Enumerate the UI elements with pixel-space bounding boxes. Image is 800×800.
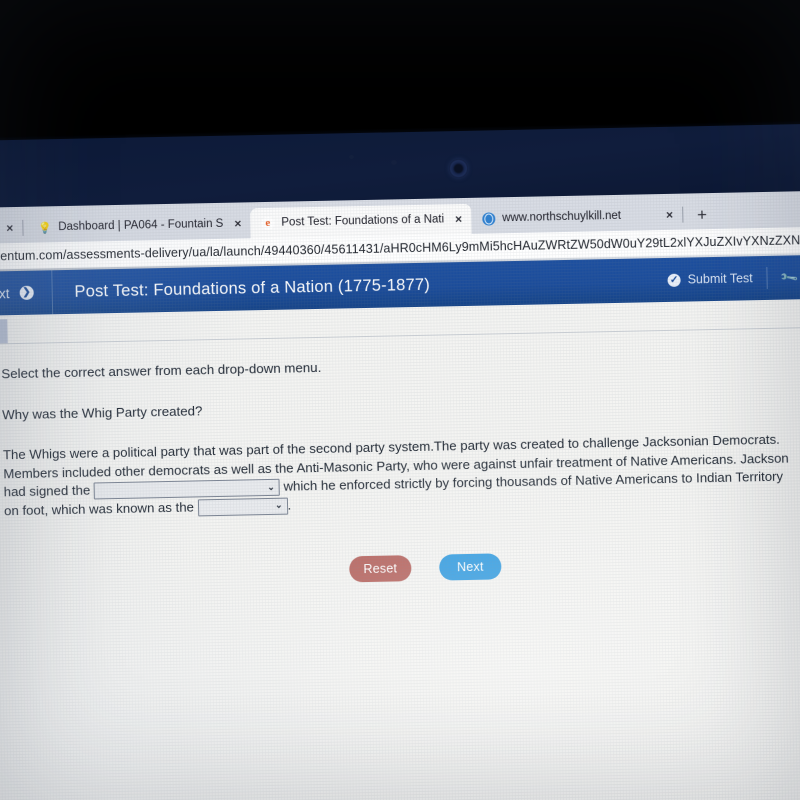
question-number-badge: 5 (0, 319, 8, 344)
close-icon[interactable]: × (455, 212, 462, 226)
globe-icon (481, 211, 496, 226)
bezel-sensor-dot (391, 160, 397, 165)
browser-tab-2-title: Dashboard | PA064 - Fountain S (58, 217, 224, 234)
close-icon[interactable]: × (234, 216, 241, 230)
header-actions: ✓ Submit Test 🔧 Read (653, 254, 800, 302)
passage-line-4-post: . (287, 497, 292, 513)
photographed-laptop-screen: 1-2022 × 💡 Dashboard | PA064 - Fountain … (0, 0, 800, 800)
dropdown-2-wrap[interactable]: ⌄ (197, 497, 288, 517)
new-tab-button[interactable]: + (687, 205, 717, 230)
submit-test-label: Submit Test (687, 271, 753, 287)
close-icon[interactable]: × (6, 221, 13, 235)
question-body: Select the correct answer from each drop… (0, 327, 800, 589)
close-icon[interactable]: × (666, 208, 673, 222)
bulb-icon: 💡 (37, 221, 52, 235)
browser-tab-3[interactable]: e Post Test: Foundations of a Nati × (250, 203, 472, 239)
instruction-text: Select the correct answer from each drop… (1, 359, 322, 382)
next-button[interactable]: Next (439, 552, 502, 581)
question-prompt: Why was the Whig Party created? (2, 403, 203, 423)
browser-tab-1[interactable]: 1-2022 × (0, 213, 23, 244)
submit-test-button[interactable]: ✓ Submit Test (653, 267, 766, 291)
wrench-icon: 🔧 (779, 267, 800, 288)
edmentum-e-icon: e (261, 216, 275, 230)
dropdown-2[interactable] (197, 497, 288, 517)
bezel-mic-dot (349, 155, 354, 159)
browser-tab-3-title: Post Test: Foundations of a Nati (281, 213, 445, 229)
browser-window: 1-2022 × 💡 Dashboard | PA064 - Fountain … (0, 190, 800, 800)
browser-tab-4[interactable]: www.northschuylkill.net × (471, 200, 682, 234)
browser-tab-2[interactable]: 💡 Dashboard | PA064 - Fountain S × (27, 208, 251, 242)
header-next-label: Next (0, 285, 10, 302)
page-title: Post Test: Foundations of a Nation (1775… (74, 275, 431, 301)
browser-tab-4-title: www.northschuylkill.net (502, 209, 622, 225)
question-panel: 5 Select the correct answer from each dr… (0, 298, 800, 800)
reset-button[interactable]: Reset (349, 554, 412, 582)
circle-arrow-right-icon: ❯ (19, 285, 34, 300)
reader-tools-button[interactable]: 🔧 Read (766, 265, 800, 289)
action-buttons: Reset Next (5, 546, 800, 588)
passage-line-3-pre: had signed the (3, 482, 95, 500)
check-circle-icon: ✓ (667, 273, 681, 287)
passage-text: The Whigs were a political party that wa… (3, 431, 789, 521)
header-next-button[interactable]: Next ❯ (0, 285, 52, 302)
passage-line-4-pre: on foot, which was known as the (3, 499, 198, 519)
